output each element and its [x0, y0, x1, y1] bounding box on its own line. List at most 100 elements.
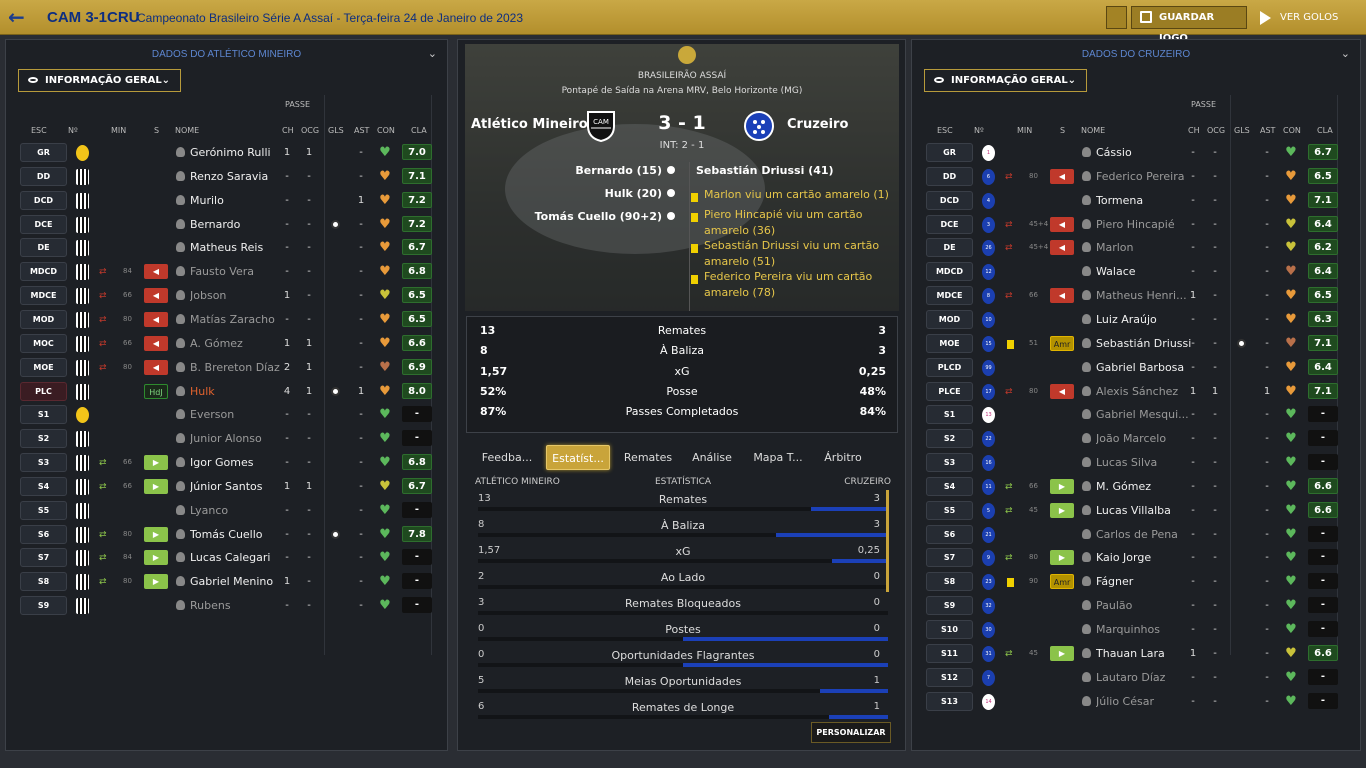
chevron-down-icon[interactable]: ⌄: [428, 47, 437, 60]
player-name[interactable]: A. Gómez: [190, 337, 285, 350]
save-game-button[interactable]: GUARDAR JOGO: [1131, 6, 1247, 44]
player-name[interactable]: João Marcelo: [1096, 432, 1191, 445]
header-ocg[interactable]: OCG: [301, 126, 319, 135]
header-s[interactable]: S: [154, 126, 159, 135]
player-name[interactable]: Gerónimo Rulli: [190, 146, 285, 159]
player-row[interactable]: S9 32 Paulão - - - ♥ -: [912, 594, 1360, 618]
player-name[interactable]: Murilo: [190, 194, 285, 207]
player-row[interactable]: S1 Everson - - - ♥ -: [6, 403, 447, 427]
player-row[interactable]: DD Renzo Saravia - - - ♥ 7.1: [6, 165, 447, 189]
player-name[interactable]: Lucas Calegari: [190, 551, 285, 564]
header-ch[interactable]: CH: [1188, 126, 1200, 135]
tab-3[interactable]: Análise: [687, 445, 737, 470]
player-name[interactable]: Gabriel Barbosa: [1096, 361, 1191, 374]
player-name[interactable]: Gabriel Mesqui...: [1096, 408, 1191, 421]
player-name[interactable]: Paulão: [1096, 599, 1191, 612]
header-no[interactable]: Nº: [68, 126, 78, 135]
header-min[interactable]: MIN: [1017, 126, 1032, 135]
player-row[interactable]: GR 1 Cássio - - - ♥ 6.7: [912, 141, 1360, 165]
header-ast[interactable]: AST: [354, 126, 369, 135]
player-name[interactable]: Matheus Henri...: [1096, 289, 1191, 302]
player-name[interactable]: Everson: [190, 408, 285, 421]
player-name[interactable]: Hulk: [190, 385, 285, 398]
player-name[interactable]: Sebastián Driussi: [1096, 337, 1191, 350]
player-row[interactable]: S5 5 ⇄ 45 ▶ Lucas Villalba - - - ♥ 6.6: [912, 499, 1360, 523]
player-name[interactable]: Luiz Araújo: [1096, 313, 1191, 326]
player-name[interactable]: Thauan Lara: [1096, 647, 1191, 660]
player-row[interactable]: S4 ⇄ 66 ▶ Júnior Santos 1 1- ♥ 6.7: [6, 475, 447, 499]
player-row[interactable]: S6 ⇄ 80 ▶ Tomás Cuello - - - ♥ 7.8: [6, 523, 447, 547]
header-no[interactable]: Nº: [974, 126, 984, 135]
header-cla[interactable]: CLA: [411, 126, 427, 135]
header-con[interactable]: CON: [1283, 126, 1301, 135]
player-name[interactable]: Renzo Saravia: [190, 170, 285, 183]
player-row[interactable]: DCD Murilo - -1 ♥ 7.2: [6, 189, 447, 213]
header-esc[interactable]: ESC: [937, 126, 953, 135]
player-name[interactable]: Júlio César: [1096, 695, 1191, 708]
player-name[interactable]: Kaio Jorge: [1096, 551, 1191, 564]
player-row[interactable]: S9 Rubens - - - ♥ -: [6, 594, 447, 618]
header-con[interactable]: CON: [377, 126, 395, 135]
player-row[interactable]: PLCE 17 ⇄ 80 ◀ Alexis Sánchez 1 1 1 ♥ 7.1: [912, 380, 1360, 404]
tab-4[interactable]: Mapa T...: [748, 445, 808, 470]
header-nome[interactable]: NOME: [1081, 126, 1105, 135]
player-name[interactable]: Matías Zaracho: [190, 313, 285, 326]
player-name[interactable]: Fausto Vera: [190, 265, 285, 278]
tab-0[interactable]: Feedba...: [478, 445, 536, 470]
player-row[interactable]: S2 Junior Alonso - - - ♥ -: [6, 427, 447, 451]
player-name[interactable]: Alexis Sánchez: [1096, 385, 1191, 398]
player-row[interactable]: DE 26 ⇄ 45+4 ◀ Marlon - - - ♥ 6.2: [912, 236, 1360, 260]
player-row[interactable]: S12 7 Lautaro Díaz - - - ♥ -: [912, 666, 1360, 690]
player-row[interactable]: MOE ⇄ 80 ◀ B. Brereton Díaz 2 1 - ♥ 6.9: [6, 356, 447, 380]
player-name[interactable]: Piero Hincapié: [1096, 218, 1191, 231]
player-row[interactable]: MOE 15 51 Amr Sebastián Driussi - - - ♥ 7.1: [912, 332, 1360, 356]
player-row[interactable]: MOD 10 Luiz Araújo - - - ♥ 6.3: [912, 308, 1360, 332]
player-row[interactable]: S10 30 Marquinhos - - - ♥ -: [912, 618, 1360, 642]
player-name[interactable]: Walace: [1096, 265, 1191, 278]
header-gls[interactable]: GLS: [1234, 126, 1250, 135]
header-esc[interactable]: ESC: [31, 126, 47, 135]
view-dropdown[interactable]: INFORMAÇÃO GERAL ⌄: [924, 69, 1087, 92]
view-goals-button[interactable]: VER GOLOS: [1256, 6, 1360, 29]
toolbar-box-button[interactable]: [1106, 6, 1127, 29]
player-row[interactable]: MDCE 8 ⇄ 66 ◀ Matheus Henri... 1 - - ♥ 6.5: [912, 284, 1360, 308]
player-row[interactable]: S2 22 João Marcelo - - - ♥ -: [912, 427, 1360, 451]
tab-5[interactable]: Árbitro: [818, 445, 868, 470]
header-ch[interactable]: CH: [282, 126, 294, 135]
player-row[interactable]: PLC HdJ Hulk 4 1 1 ♥ 8.0: [6, 380, 447, 404]
player-row[interactable]: S7 ⇄ 84 ▶ Lucas Calegari - - - ♥ -: [6, 546, 447, 570]
player-name[interactable]: Gabriel Menino: [190, 575, 285, 588]
tab-2[interactable]: Remates: [619, 445, 677, 470]
view-dropdown[interactable]: INFORMAÇÃO GERAL ⌄: [18, 69, 181, 92]
player-row[interactable]: DCE 3 ⇄ 45+4 ◀ Piero Hincapié - - - ♥ 6.4: [912, 213, 1360, 237]
player-name[interactable]: Marlon: [1096, 241, 1191, 254]
header-ast[interactable]: AST: [1260, 126, 1275, 135]
player-name[interactable]: Igor Gomes: [190, 456, 285, 469]
player-name[interactable]: Lucas Villalba: [1096, 504, 1191, 517]
player-row[interactable]: PLCD 99 Gabriel Barbosa - - - ♥ 6.4: [912, 356, 1360, 380]
player-name[interactable]: Lucas Silva: [1096, 456, 1191, 469]
header-ocg[interactable]: OCG: [1207, 126, 1225, 135]
header-nome[interactable]: NOME: [175, 126, 199, 135]
player-name[interactable]: Federico Pereira: [1096, 170, 1191, 183]
player-row[interactable]: GR Gerónimo Rulli 1 1- ♥ 7.0: [6, 141, 447, 165]
player-row[interactable]: DE Matheus Reis - - - ♥ 6.7: [6, 236, 447, 260]
player-name[interactable]: Cássio: [1096, 146, 1191, 159]
player-name[interactable]: Tormena: [1096, 194, 1191, 207]
player-name[interactable]: Rubens: [190, 599, 285, 612]
player-row[interactable]: S8 23 90 Amr Fágner - - - ♥ -: [912, 570, 1360, 594]
customize-button[interactable]: PERSONALIZAR: [811, 722, 891, 743]
player-row[interactable]: S7 9 ⇄ 80 ▶ Kaio Jorge - - - ♥ -: [912, 546, 1360, 570]
player-row[interactable]: MOC ⇄ 66 ◀ A. Gómez 1 1- ♥ 6.6: [6, 332, 447, 356]
player-row[interactable]: DD 6 ⇄ 80 ◀ Federico Pereira - - - ♥ 6.5: [912, 165, 1360, 189]
player-name[interactable]: Bernardo: [190, 218, 285, 231]
player-row[interactable]: DCE Bernardo - - - ♥ 7.2: [6, 213, 447, 237]
header-s[interactable]: S: [1060, 126, 1065, 135]
chevron-down-icon[interactable]: ⌄: [1341, 47, 1350, 60]
player-name[interactable]: Fágner: [1096, 575, 1191, 588]
player-name[interactable]: Jobson: [190, 289, 285, 302]
player-row[interactable]: S6 21 Carlos de Pena - - - ♥ -: [912, 523, 1360, 547]
player-row[interactable]: MDCE ⇄ 66 ◀ Jobson 1 - - ♥ 6.5: [6, 284, 447, 308]
player-row[interactable]: S11 31 ⇄ 45 ▶ Thauan Lara 1 - - ♥ 6.6: [912, 642, 1360, 666]
header-cla[interactable]: CLA: [1317, 126, 1333, 135]
